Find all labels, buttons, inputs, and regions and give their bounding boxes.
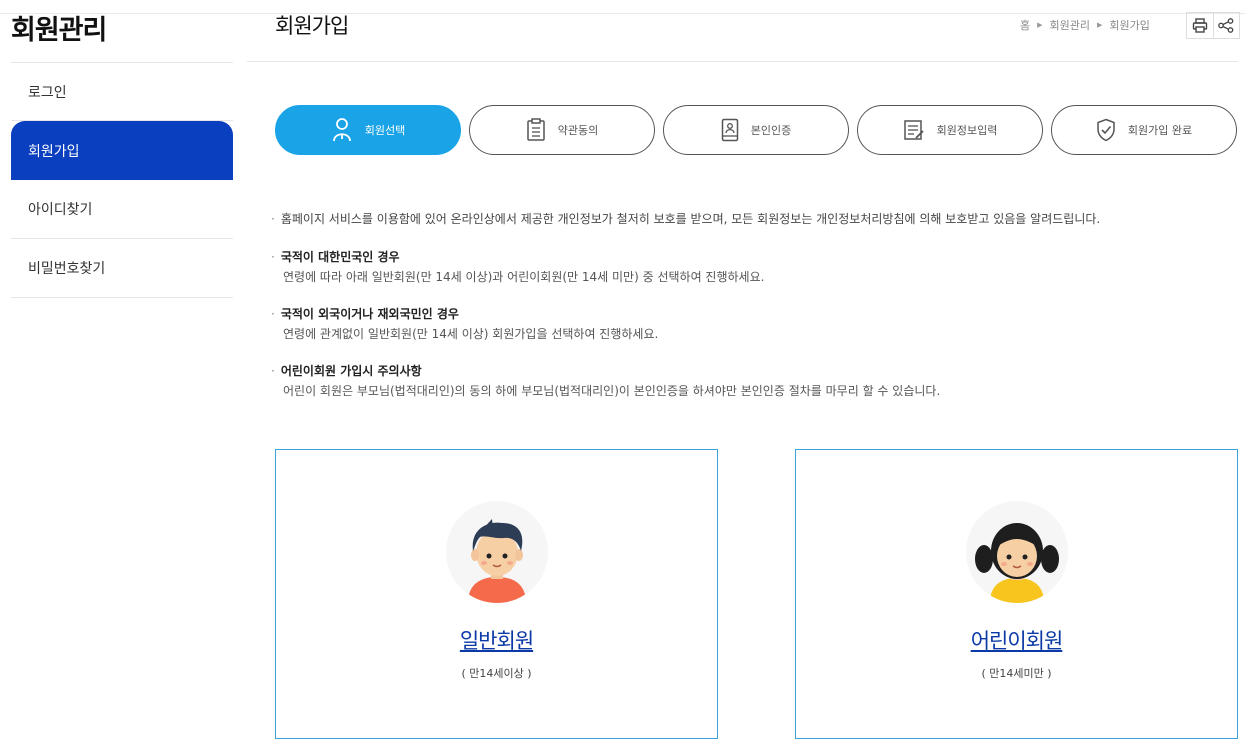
breadcrumb-separator-icon: ▶ <box>1097 21 1103 29</box>
notice-foreign-national: 국적이 외국이거나 재외국민인 경우 연령에 관계없이 일반회원(만 14세 이… <box>271 305 658 342</box>
breadcrumb-home[interactable]: 홈 <box>1020 17 1030 33</box>
print-icon <box>1192 18 1207 33</box>
step-signup-complete[interactable]: 회원가입 완료 <box>1051 105 1237 155</box>
general-member-link[interactable]: 일반회원 <box>276 625 717 655</box>
notice-title: 국적이 외국이거나 재외국민인 경우 <box>271 305 658 322</box>
shield-check-icon <box>1097 118 1115 142</box>
step-member-select[interactable]: 회원선택 <box>275 105 461 155</box>
share-icon <box>1218 18 1234 33</box>
sidebar-item-login[interactable]: 로그인 <box>11 62 233 121</box>
notice-child-member: 어린이회원 가입시 주의사항 어린이 회원은 부모님(법적대리인)의 동의 하에… <box>271 362 940 399</box>
child-member-link[interactable]: 어린이회원 <box>796 625 1237 655</box>
sidebar-item-find-password[interactable]: 비밀번호찾기 <box>11 239 233 298</box>
top-divider <box>0 13 1245 14</box>
phone-person-icon <box>721 118 738 142</box>
notice-title: 국적이 대한민국인 경우 <box>271 248 764 265</box>
share-button[interactable] <box>1212 13 1240 38</box>
step-terms-agree[interactable]: 약관동의 <box>469 105 655 155</box>
sidebar-item-find-id[interactable]: 아이디찾기 <box>11 180 233 239</box>
sidebar-title: 회원관리 <box>11 15 107 46</box>
breadcrumb-member-management[interactable]: 회원관리 <box>1050 17 1090 33</box>
step-identity-verification[interactable]: 본인인증 <box>663 105 849 155</box>
sidebar-menu: 로그인 회원가입 아이디찾기 비밀번호찾기 <box>11 62 233 298</box>
notice-description: 어린이 회원은 부모님(법적대리인)의 동의 하에 부모님(법적대리인)이 본인… <box>283 384 941 398</box>
document-edit-icon <box>903 120 924 140</box>
step-label: 회원선택 <box>364 124 406 137</box>
general-member-age: ( 만14세이상 ) <box>461 667 532 680</box>
step-label: 회원정보입력 <box>936 124 998 137</box>
page-title: 회원가입 <box>275 14 349 38</box>
notice-description: 연령에 따라 아래 일반회원(만 14세 이상)과 어린이회원(만 14세 미만… <box>283 270 765 284</box>
girl-avatar-icon <box>965 501 1068 603</box>
general-member-card[interactable]: 일반회원 ( 만14세이상 ) <box>275 449 718 739</box>
signup-steps: 회원선택 약관동의 본인인증 회원정보입력 회원가입 완료 <box>275 105 1237 155</box>
page-tools <box>1186 12 1240 39</box>
print-button[interactable] <box>1187 13 1213 38</box>
clipboard-icon <box>527 118 545 141</box>
boy-avatar-icon <box>445 501 548 603</box>
notice-title: 어린이회원 가입시 주의사항 <box>271 362 940 379</box>
breadcrumb-separator-icon: ▶ <box>1037 21 1043 29</box>
notice-description: 연령에 관계없이 일반회원(만 14세 이상) 회원가입을 선택하여 진행하세요… <box>283 327 659 341</box>
breadcrumb-signup: 회원가입 <box>1109 19 1150 32</box>
step-label: 회원가입 완료 <box>1127 124 1193 137</box>
header-divider <box>247 61 1238 62</box>
step-label: 본인인증 <box>750 124 792 137</box>
privacy-intro-text: 홈페이지 서비스를 이용함에 있어 온라인상에서 제공한 개인정보가 철저히 보… <box>271 210 1100 227</box>
breadcrumb: 홈 ▶ 회원관리 ▶ 회원가입 <box>1020 17 1150 33</box>
step-member-info-input[interactable]: 회원정보입력 <box>857 105 1043 155</box>
sidebar-item-signup[interactable]: 회원가입 <box>11 121 233 180</box>
child-member-card[interactable]: 어린이회원 ( 만14세미만 ) <box>795 449 1238 739</box>
notice-korean-national: 국적이 대한민국인 경우 연령에 따라 아래 일반회원(만 14세 이상)과 어… <box>271 248 765 285</box>
step-label: 약관동의 <box>557 124 599 137</box>
person-icon <box>332 118 351 142</box>
child-member-age: ( 만14세미만 ) <box>981 667 1052 680</box>
